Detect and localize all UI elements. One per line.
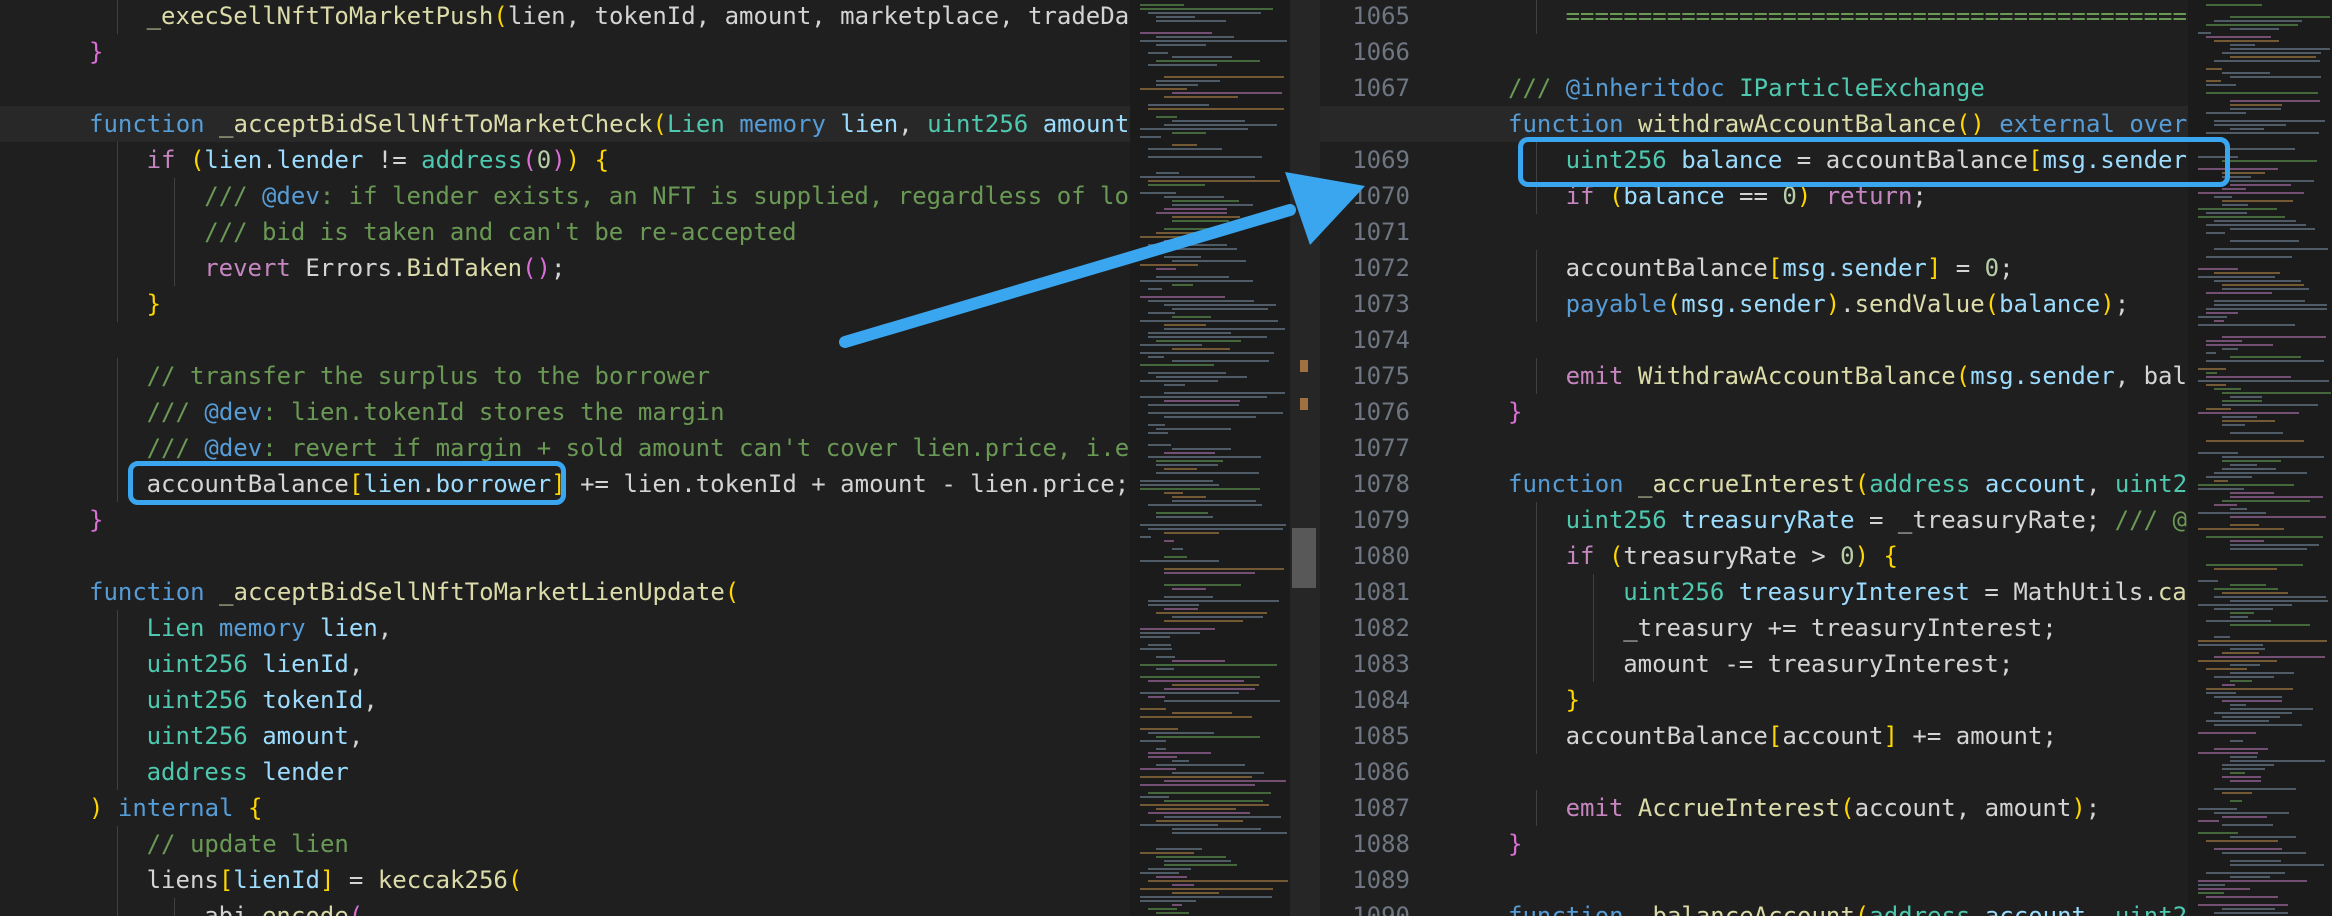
arrow-right-icon (839, 172, 1365, 348)
